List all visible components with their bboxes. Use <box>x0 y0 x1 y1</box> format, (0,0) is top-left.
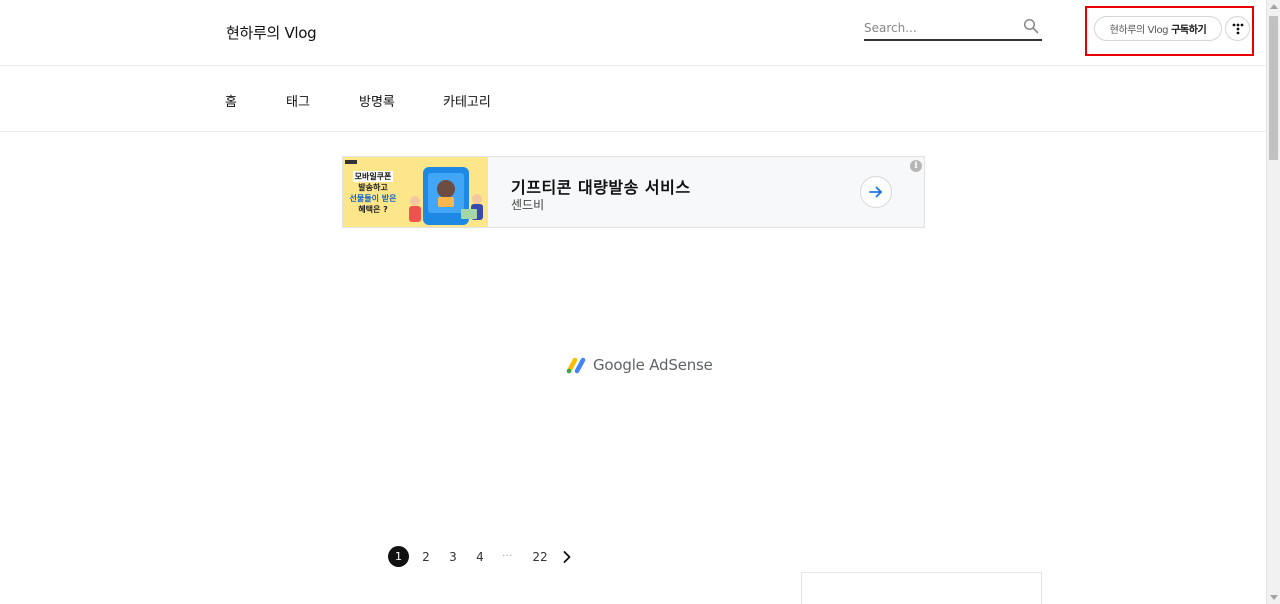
ad-banner[interactable]: 모바일쿠폰 발송하고 선물들이 받은 혜택은 ? 기프티콘 대량발송 서비스 센… <box>342 156 925 228</box>
chevron-right-icon[interactable] <box>560 550 574 564</box>
ad-title[interactable]: 기프티콘 대량발송 서비스 <box>511 174 691 198</box>
ad-advertiser: 센드비 <box>511 198 545 212</box>
ad-arrow-button[interactable] <box>860 176 892 208</box>
ad-image[interactable]: 모바일쿠폰 발송하고 선물들이 받은 혜택은 ? <box>343 157 488 227</box>
page-3[interactable]: 3 <box>446 546 460 568</box>
scroll-thumb[interactable] <box>1269 16 1278 160</box>
google-adsense-logo-icon <box>566 357 586 374</box>
main-nav: 홈 태그 방명록 카테고리 <box>0 67 1266 132</box>
blog-title[interactable]: 현하루의 Vlog <box>226 22 317 43</box>
page-2[interactable]: 2 <box>419 546 433 568</box>
subscribe-button[interactable]: 현하루의 Vlog 구독하기 <box>1094 16 1222 41</box>
scroll-up-arrow-icon[interactable] <box>1270 4 1278 9</box>
scroll-down-arrow-icon[interactable] <box>1270 595 1278 600</box>
page-scrollbar[interactable] <box>1266 0 1280 604</box>
subscribe-blog-name: 현하루의 Vlog <box>1109 25 1169 36</box>
page-1-current[interactable]: 1 <box>388 546 409 567</box>
arrow-right-icon <box>869 186 882 198</box>
page-4[interactable]: 4 <box>473 546 487 568</box>
search-icon[interactable] <box>1023 18 1039 34</box>
nav-item-category[interactable]: 카테고리 <box>443 91 491 110</box>
ad-info-icon[interactable]: i <box>910 160 922 172</box>
page-last[interactable]: 22 <box>532 546 548 568</box>
ad-image-text: 모바일쿠폰 발송하고 선물들이 받은 혜택은 ? <box>349 171 397 214</box>
nav-item-home[interactable]: 홈 <box>225 91 237 110</box>
search-input[interactable] <box>864 18 1014 38</box>
search-box <box>864 17 1042 41</box>
tistory-menu-button[interactable] <box>1225 16 1250 41</box>
nav-item-tags[interactable]: 태그 <box>286 91 310 110</box>
sidebar-widget <box>801 572 1042 604</box>
adsense-placeholder: Google AdSense <box>565 355 713 375</box>
blog-header: 현하루의 Vlog 현하루의 Vlog 구독하기 <box>0 0 1266 66</box>
subscribe-action: 구독하기 <box>1171 25 1207 36</box>
tistory-dots-icon <box>1232 23 1243 34</box>
adsense-label: Google AdSense <box>593 356 713 374</box>
nav-item-guestbook[interactable]: 방명록 <box>359 91 395 110</box>
page-ellipsis: ··· <box>502 549 513 562</box>
